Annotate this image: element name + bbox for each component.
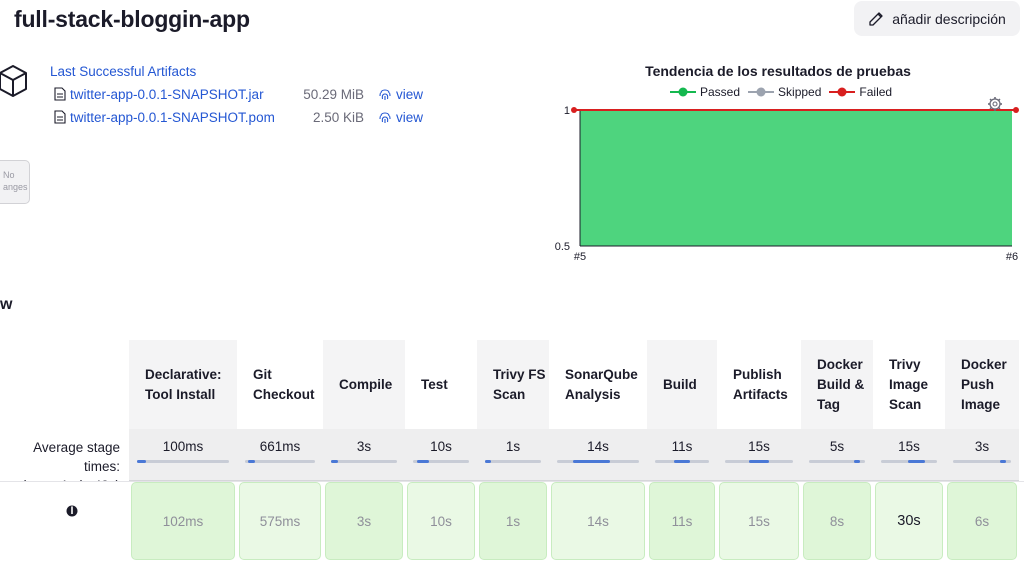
package-icon [0,61,28,101]
stage-average-time: 661ms [259,439,301,454]
stage-progress-fill [673,460,691,463]
stage-build-cell[interactable]: 11s [649,482,715,560]
page-title: full-stack-bloggin-app [14,6,250,32]
fingerprint-icon[interactable] [378,110,392,124]
trend-chart-title: Tendencia de los resultados de pruebas [645,63,911,79]
stage-progress-bar [485,460,541,463]
y-tick-label: 0.5 [555,241,570,253]
stage-build-cell[interactable]: 10s [407,482,475,560]
stage-build-cell[interactable]: 30s [875,482,943,560]
stage-average-cell: 3s [323,429,405,481]
stage-header: Build [647,340,717,429]
stage-header: Docker Build & Tag [801,340,873,429]
stage-progress-bar [655,460,709,463]
stage-average-time: 15s [748,439,770,454]
stage-build-cell[interactable]: 1s [479,482,547,560]
y-tick-label: 1 [564,105,570,117]
stage-progress-bar [331,460,397,463]
artifact-link[interactable]: twitter-app-0.0.1-SNAPSHOT.jar [70,87,290,102]
pencil-icon [869,11,883,26]
info-icon[interactable] [66,505,78,517]
section-heading: w [0,296,13,313]
stage-progress-bar [809,460,865,463]
stage-view-table: Average stage times: un time: ~1min 43s)… [0,340,1024,561]
stage-average-time: 11s [671,439,693,454]
file-icon [54,110,66,124]
stage-average-time: 15s [898,439,920,454]
failed-point [571,107,577,113]
passed-area [580,110,1012,246]
stage-average-time: 100ms [162,439,204,454]
stage-average-cell: 661ms [237,429,323,481]
stage-average-cell: 100ms [129,429,237,481]
stage-average-cell: 11s [647,429,717,481]
file-icon [54,87,66,101]
stage-header: Test [405,340,477,429]
x-tick-label: #6 [1006,251,1018,263]
artifact-row: twitter-app-0.0.1-SNAPSHOT.pom 2.50 KiB … [54,108,423,126]
stage-header: Git Checkout [237,340,323,429]
stage-build-cell[interactable]: 575ms [239,482,321,560]
stage-build-cell[interactable]: 3s [325,482,403,560]
stage-average-cell: 14s [549,429,647,481]
stage-average-time: 10s [430,439,452,454]
stage-progress-fill [485,460,491,463]
no-changes-button[interactable]: No anges [0,160,30,204]
stage-progress-fill [331,460,338,463]
stage-average-cell: 15s [873,429,945,481]
stage-progress-fill [908,460,926,463]
artifact-row: twitter-app-0.0.1-SNAPSHOT.jar 50.29 MiB… [54,85,423,103]
stage-header: Publish Artifacts [717,340,801,429]
stage-average-time: 1s [505,439,521,454]
stage-progress-bar [245,460,315,463]
avg-label-line: Average stage times: [33,440,120,474]
gear-icon[interactable] [988,97,1002,111]
stage-progress-bar [725,460,793,463]
add-description-label: añadir descripción [892,10,1006,27]
add-description-button[interactable]: añadir descripción [854,1,1020,36]
stage-build-cell[interactable]: 15s [719,482,799,560]
stage-progress-bar [953,460,1011,463]
artifact-view-link[interactable]: view [396,110,423,125]
stage-progress-fill [854,460,860,463]
trend-chart: 0.5 1 #5 #6 [555,97,1019,263]
fingerprint-icon[interactable] [378,87,392,101]
stage-average-cell: 3s [945,429,1019,481]
stage-progress-fill [748,460,770,463]
stage-progress-bar [413,460,469,463]
stage-build-cell[interactable]: 102ms [131,482,235,560]
stage-build-cell[interactable]: 8s [803,482,871,560]
stage-average-time: 3s [356,439,372,454]
stage-progress-fill [999,460,1006,463]
failed-point [1013,107,1019,113]
stage-progress-fill [572,460,610,463]
stage-progress-bar [881,460,937,463]
stage-progress-bar [557,460,639,463]
stage-average-cell: 5s [801,429,873,481]
stage-header: Docker Push Image [945,340,1019,429]
stage-header: Trivy Image Scan [873,340,945,429]
artifact-link[interactable]: twitter-app-0.0.1-SNAPSHOT.pom [70,110,290,125]
x-tick-label: #5 [574,251,586,263]
artifact-view-link[interactable]: view [396,87,423,102]
stage-progress-bar [137,460,229,463]
stage-progress-fill [417,460,429,463]
stage-average-time: 5s [829,439,845,454]
stage-average-cell: 10s [405,429,477,481]
stage-header: Declarative: Tool Install [129,340,237,429]
stage-average-time: 14s [587,439,609,454]
stage-average-cell: 15s [717,429,801,481]
artifacts-heading[interactable]: Last Successful Artifacts [50,64,196,79]
artifact-size: 50.29 MiB [303,86,364,102]
stage-build-cell[interactable]: 14s [551,482,645,560]
stage-header: Compile [323,340,405,429]
stage-progress-fill [137,460,147,463]
artifact-size: 2.50 KiB [312,109,364,125]
stage-average-cell: 1s [477,429,549,481]
stage-progress-fill [248,460,256,463]
stage-average-time: 3s [974,439,990,454]
stage-header: Trivy FS Scan [477,340,549,429]
stage-header: SonarQube Analysis [549,340,647,429]
stage-build-cell[interactable]: 6s [947,482,1017,560]
